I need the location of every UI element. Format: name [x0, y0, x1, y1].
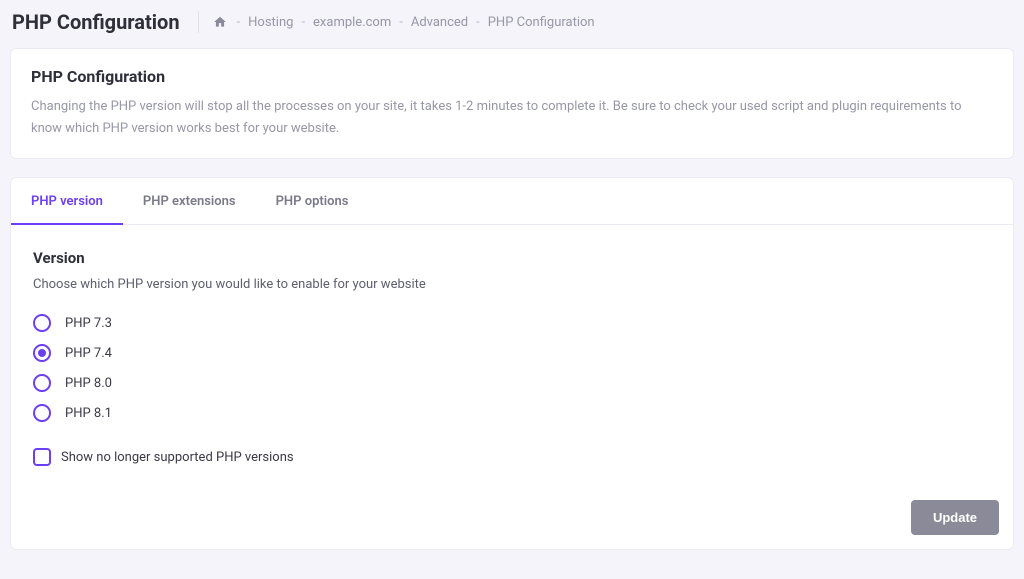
breadcrumb-separator: -: [237, 15, 241, 30]
radio-icon: [33, 314, 51, 332]
info-card-title: PHP Configuration: [31, 67, 993, 86]
tabs: PHP version PHP extensions PHP options: [11, 178, 1013, 225]
breadcrumb-item-domain[interactable]: example.com: [313, 15, 391, 30]
tab-php-extensions[interactable]: PHP extensions: [123, 178, 256, 225]
radio-php-8-1[interactable]: PHP 8.1: [33, 404, 991, 422]
breadcrumb-item-hosting[interactable]: Hosting: [248, 15, 293, 30]
main-card: PHP version PHP extensions PHP options V…: [10, 177, 1014, 550]
info-card-description: Changing the PHP version will stop all t…: [31, 96, 993, 140]
radio-icon: [33, 344, 51, 362]
version-section-title: Version: [33, 249, 991, 267]
page-title: PHP Configuration: [12, 10, 198, 34]
breadcrumb-item-advanced[interactable]: Advanced: [411, 15, 468, 30]
header-divider: [198, 11, 199, 33]
radio-php-7-4[interactable]: PHP 7.4: [33, 344, 991, 362]
info-card: PHP Configuration Changing the PHP versi…: [10, 48, 1014, 159]
radio-php-7-3[interactable]: PHP 7.3: [33, 314, 991, 332]
radio-label: PHP 7.4: [65, 346, 112, 361]
page-header: PHP Configuration - Hosting - example.co…: [0, 0, 1024, 48]
checkbox-icon: [33, 448, 51, 466]
card-footer: Update: [11, 486, 1013, 549]
breadcrumb-item-current: PHP Configuration: [488, 15, 595, 30]
breadcrumb-separator: -: [476, 15, 480, 30]
tab-php-version[interactable]: PHP version: [11, 178, 123, 225]
radio-php-8-0[interactable]: PHP 8.0: [33, 374, 991, 392]
radio-icon: [33, 404, 51, 422]
version-section-description: Choose which PHP version you would like …: [33, 277, 991, 292]
radio-label: PHP 7.3: [65, 316, 112, 331]
tab-content: Version Choose which PHP version you wou…: [11, 225, 1013, 486]
breadcrumb: - Hosting - example.com - Advanced - PHP…: [213, 15, 595, 30]
show-unsupported-checkbox[interactable]: Show no longer supported PHP versions: [33, 448, 991, 466]
radio-label: PHP 8.0: [65, 376, 112, 391]
checkbox-label: Show no longer supported PHP versions: [61, 450, 294, 465]
radio-icon: [33, 374, 51, 392]
home-icon[interactable]: [213, 15, 229, 30]
tab-php-options[interactable]: PHP options: [256, 178, 369, 225]
radio-label: PHP 8.1: [65, 406, 112, 421]
breadcrumb-separator: -: [301, 15, 305, 30]
breadcrumb-separator: -: [399, 15, 403, 30]
version-radio-group: PHP 7.3 PHP 7.4 PHP 8.0 PHP 8.1: [33, 314, 991, 422]
update-button[interactable]: Update: [911, 500, 999, 535]
